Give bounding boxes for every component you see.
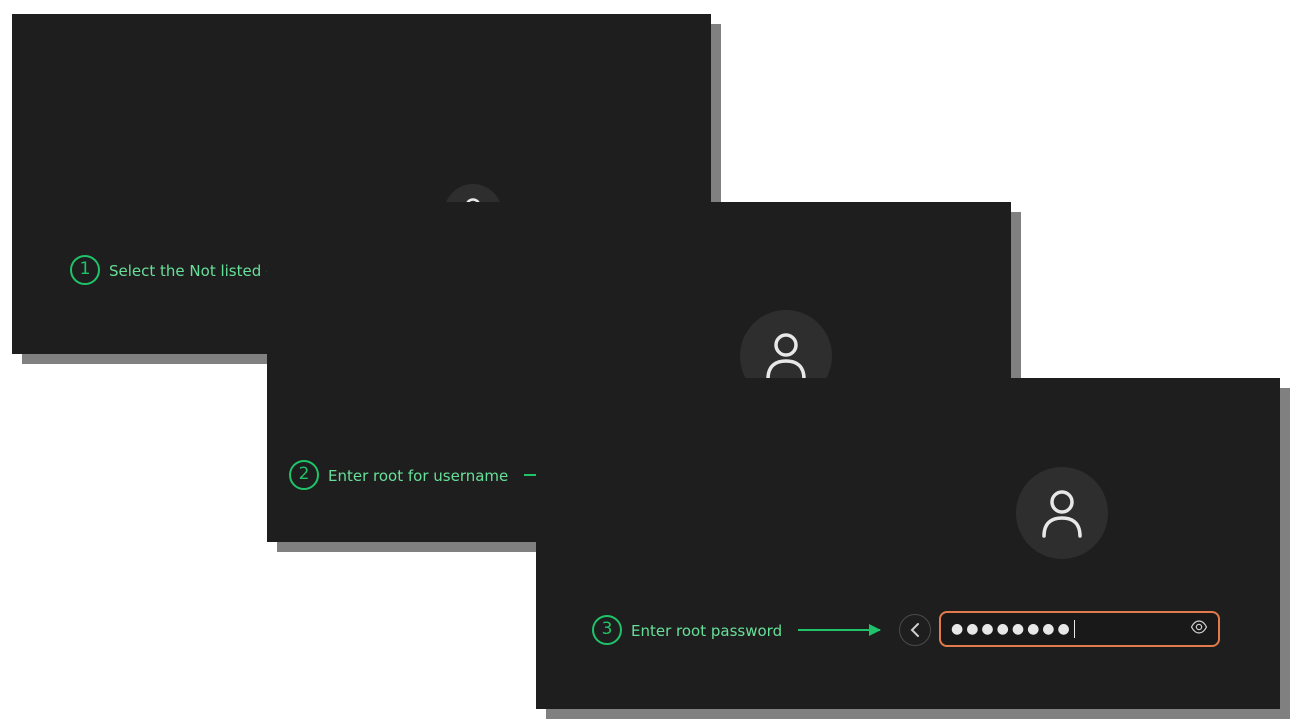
step-label-3: Enter root password	[631, 622, 782, 640]
step-number: 3	[602, 619, 613, 639]
person-icon	[764, 331, 808, 381]
back-button[interactable]	[899, 614, 931, 646]
person-icon	[1040, 488, 1084, 538]
eye-icon	[1190, 618, 1208, 636]
password-masked-value: ●●●●●●●●	[951, 621, 1073, 637]
show-password-button[interactable]	[1190, 618, 1208, 640]
step-number: 2	[299, 464, 310, 484]
generic-avatar	[1016, 467, 1108, 559]
password-input[interactable]: ●●●●●●●●	[939, 611, 1220, 647]
login-screen-step3: ●●●●●●●● 3 Enter root password	[536, 378, 1280, 709]
step-badge-2: 2	[289, 460, 319, 490]
text-caret	[1074, 620, 1075, 638]
step-badge-1: 1	[70, 255, 100, 285]
arrow-3	[798, 629, 880, 631]
step-label-2: Enter root for username	[328, 467, 508, 485]
step-number: 1	[80, 259, 91, 279]
chevron-left-icon	[910, 623, 920, 637]
step-badge-3: 3	[592, 615, 622, 645]
